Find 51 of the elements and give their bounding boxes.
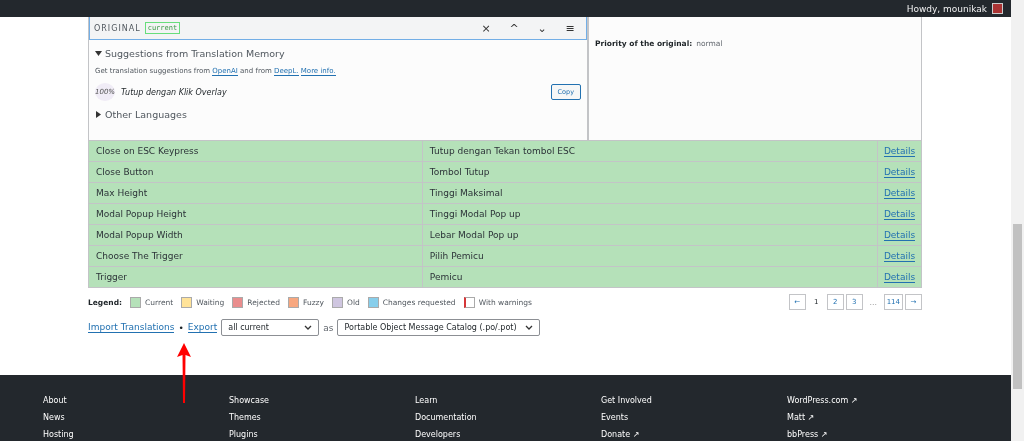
original-cell: Modal Popup Height <box>88 203 423 225</box>
footer-link[interactable]: Matt ↗ <box>787 413 973 422</box>
footer-link[interactable]: Documentation <box>415 413 601 422</box>
format-select[interactable]: Portable Object Message Catalog (.po/.pot) <box>337 319 540 336</box>
next-button[interactable]: ⌄ <box>530 20 554 36</box>
original-cell: Modal Popup Width <box>88 224 423 246</box>
footer-link[interactable]: Plugins <box>229 430 415 439</box>
avatar-icon[interactable] <box>992 3 1003 14</box>
chevron-down-icon <box>304 325 313 330</box>
menu-button[interactable]: ≡ <box>558 20 582 36</box>
as-label: as <box>323 322 334 333</box>
suggestions-toggle[interactable]: Suggestions from Translation Memory <box>95 48 581 59</box>
footer-link[interactable]: Donate ↗ <box>601 430 787 439</box>
footer-link[interactable]: Events <box>601 413 787 422</box>
translation-cell: Tombol Tutup <box>422 161 878 183</box>
footer-link[interactable]: Developers <box>415 430 601 439</box>
scrollbar[interactable] <box>1011 0 1024 441</box>
translation-cell: Tinggi Maksimal <box>422 182 878 204</box>
toggle-label: Suggestions from Translation Memory <box>105 48 285 59</box>
footer-link[interactable]: Themes <box>229 413 415 422</box>
suggestion-text: Tutup dengan Klik Overlay <box>121 87 227 97</box>
original-cell: Close Button <box>88 161 423 183</box>
translation-cell: Pilih Pemicu <box>422 245 878 267</box>
import-link[interactable]: Import Translations <box>88 322 175 333</box>
chevron-down-icon <box>524 325 533 330</box>
footer-link[interactable]: Hosting <box>43 430 229 439</box>
translation-cell: Pemicu <box>422 266 878 288</box>
export-link[interactable]: Export <box>187 322 218 333</box>
translation-cell: Tutup dengan Tekan tombol ESC <box>422 140 878 162</box>
footer-link[interactable]: Learn <box>415 396 601 405</box>
separator: • <box>178 322 184 333</box>
footer-link[interactable]: Get Involved <box>601 396 787 405</box>
other-languages-toggle[interactable]: Other Languages <box>95 109 581 120</box>
footer-link[interactable]: About <box>43 396 229 405</box>
filter-select[interactable]: all current <box>221 319 320 336</box>
close-button[interactable]: × <box>474 20 498 36</box>
translation-cell: Lebar Modal Pop up <box>422 224 878 246</box>
footer-link[interactable]: bbPress ↗ <box>787 430 973 439</box>
user-greeting[interactable]: Howdy, mounikak <box>906 3 987 14</box>
original-cell: Choose The Trigger <box>88 245 423 267</box>
arrow-icon <box>177 343 191 403</box>
footer-link[interactable]: News <box>43 413 229 422</box>
translation-cell: Tinggi Modal Pop up <box>422 203 878 225</box>
original-cell: Trigger <box>88 266 423 288</box>
footer-link[interactable]: Showcase <box>229 396 415 405</box>
footer-link[interactable]: WordPress.com ↗ <box>787 396 973 405</box>
previous-button[interactable]: ^ <box>502 20 526 36</box>
original-cell: Close on ESC Keypress <box>88 140 423 162</box>
original-label: ORIGINAL <box>94 23 141 33</box>
original-cell: Max Height <box>88 182 423 204</box>
toggle-label: Other Languages <box>105 109 187 120</box>
